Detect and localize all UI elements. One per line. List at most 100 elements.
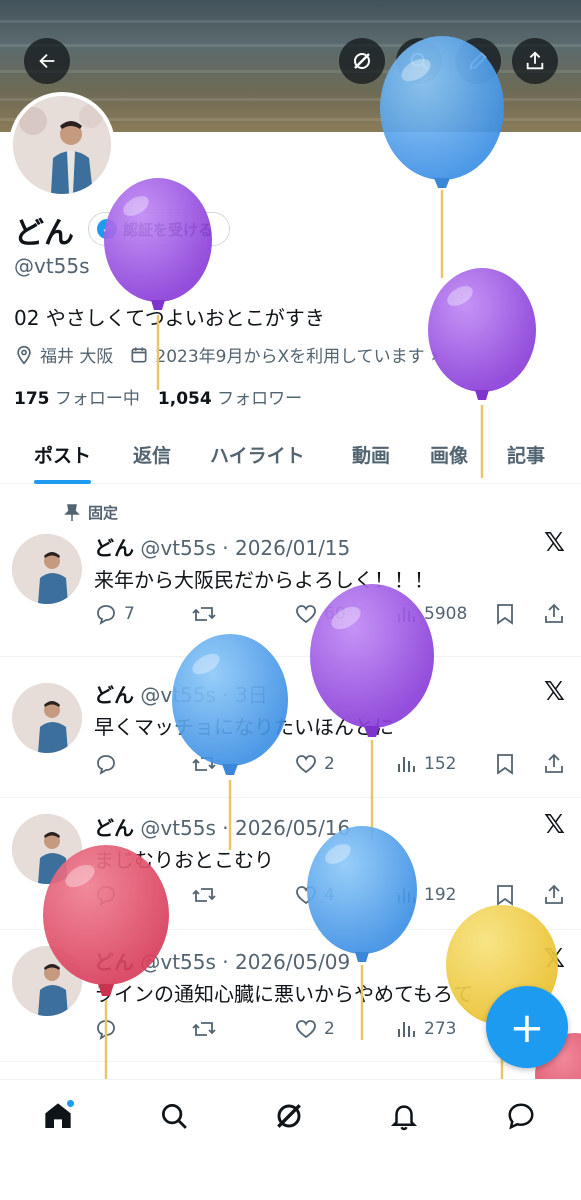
location-icon bbox=[17, 345, 31, 365]
bookmark-button[interactable] bbox=[494, 752, 516, 776]
repost-button[interactable] bbox=[191, 752, 217, 776]
search-button[interactable] bbox=[396, 38, 442, 84]
avatar[interactable] bbox=[12, 683, 82, 753]
nav-home[interactable] bbox=[38, 1096, 78, 1136]
heart-icon bbox=[296, 1020, 316, 1039]
avatar[interactable] bbox=[12, 946, 82, 1016]
share-post-button[interactable] bbox=[542, 883, 566, 907]
post-item[interactable]: 固定 どん @vt55s · 2026/01/15 𝕏 来年から大阪民だからよろ… bbox=[0, 484, 581, 657]
avatar[interactable] bbox=[12, 814, 82, 884]
like-button[interactable]: 2 bbox=[294, 752, 335, 776]
views-button[interactable]: 5908 bbox=[394, 602, 467, 626]
bookmark-icon bbox=[497, 754, 513, 775]
profile-tabs: ポスト 返信 ハイライト 動画 画像 記事 bbox=[0, 424, 581, 484]
repost-button[interactable] bbox=[191, 602, 217, 626]
location-text: 福井 大阪 bbox=[40, 347, 114, 367]
views-button[interactable]: 152 bbox=[394, 752, 456, 776]
analytics-icon bbox=[398, 1022, 415, 1037]
post-text: 来年から大阪民だからよろしく！！！ bbox=[94, 568, 434, 592]
share-icon bbox=[526, 51, 544, 70]
nav-grok[interactable] bbox=[269, 1096, 309, 1136]
repost-icon bbox=[192, 607, 216, 621]
heart-icon bbox=[296, 605, 316, 624]
post-item[interactable]: どん @vt55s · 2026/05/16 𝕏 まじむりおとこむり 4 192 bbox=[0, 798, 581, 930]
post-actions: 2 152 bbox=[94, 749, 568, 779]
profile-bio: 02 やさしくてつよいおとこがすき bbox=[14, 306, 325, 330]
views-button[interactable]: 273 bbox=[394, 1017, 456, 1041]
profile-meta: 福井 大阪 2023年9月からXを利用しています › bbox=[14, 342, 439, 367]
followers-link[interactable]: 1,054 フォロワー bbox=[158, 384, 302, 409]
heart-icon bbox=[296, 886, 316, 905]
bookmark-icon bbox=[497, 885, 513, 906]
share-post-button[interactable] bbox=[542, 602, 566, 626]
profile-name: どん bbox=[14, 216, 74, 251]
like-button[interactable]: 2 bbox=[294, 1017, 335, 1041]
bookmark-button[interactable] bbox=[494, 602, 516, 626]
pin-icon bbox=[64, 503, 80, 521]
follow-stats: 175 フォロー中 1,054 フォロワー bbox=[14, 384, 302, 409]
reply-button[interactable] bbox=[94, 1017, 118, 1041]
tab-videos[interactable]: 動画 bbox=[352, 424, 390, 484]
x-logo-icon: 𝕏 bbox=[544, 810, 565, 840]
repost-button[interactable] bbox=[191, 883, 217, 907]
avatar[interactable] bbox=[12, 534, 82, 604]
post-header: どん @vt55s · 2026/05/09 bbox=[94, 950, 351, 974]
following-link[interactable]: 175 フォロー中 bbox=[14, 384, 140, 409]
profile-avatar[interactable] bbox=[9, 92, 115, 198]
share-post-button[interactable] bbox=[542, 752, 566, 776]
reply-icon bbox=[97, 605, 115, 625]
nav-search[interactable] bbox=[154, 1096, 194, 1136]
analytics-icon bbox=[398, 888, 415, 903]
post-header: どん @vt55s · 3日 bbox=[94, 683, 268, 707]
x-logo-icon: 𝕏 bbox=[544, 677, 565, 707]
search-icon bbox=[410, 52, 428, 70]
edit-button[interactable] bbox=[455, 38, 501, 84]
bottom-navigation bbox=[0, 1079, 581, 1200]
verified-badge-icon: ✓ bbox=[97, 219, 117, 239]
compose-post-button[interactable]: + bbox=[486, 986, 568, 1068]
share-button[interactable] bbox=[512, 38, 558, 84]
tab-photos[interactable]: 画像 bbox=[430, 424, 468, 484]
grok-icon bbox=[354, 53, 370, 69]
like-button[interactable]: 60 bbox=[294, 602, 346, 626]
post-text: ラインの通知心臓に悪いからやめてもろて bbox=[94, 982, 473, 1006]
get-verified-label: 認証を受ける bbox=[123, 220, 214, 239]
nav-notifications[interactable] bbox=[384, 1096, 424, 1136]
repost-icon bbox=[192, 1022, 216, 1036]
edit-icon bbox=[469, 52, 487, 70]
nav-messages[interactable] bbox=[501, 1096, 541, 1136]
bookmark-button[interactable] bbox=[494, 883, 516, 907]
x-logo-icon: 𝕏 bbox=[544, 944, 565, 974]
x-logo-icon: 𝕏 bbox=[544, 528, 565, 558]
grok-button[interactable] bbox=[339, 38, 385, 84]
views-button[interactable]: 192 bbox=[394, 883, 456, 907]
calendar-icon bbox=[131, 347, 147, 362]
reply-button[interactable]: 7 bbox=[94, 602, 135, 626]
reply-icon bbox=[97, 886, 115, 906]
share-icon bbox=[545, 884, 563, 904]
repost-icon bbox=[192, 757, 216, 771]
back-button[interactable] bbox=[24, 38, 70, 84]
heart-icon bbox=[296, 755, 316, 774]
tab-posts[interactable]: ポスト bbox=[34, 424, 92, 484]
share-icon bbox=[545, 603, 563, 623]
reply-button[interactable] bbox=[94, 752, 118, 776]
tab-replies[interactable]: 返信 bbox=[133, 424, 171, 484]
post-text: 早くマッチョになりたいほんとに bbox=[94, 715, 394, 739]
get-verified-button[interactable]: ✓ 認証を受ける bbox=[88, 212, 231, 246]
tab-articles[interactable]: 記事 bbox=[507, 424, 545, 484]
reply-icon bbox=[97, 755, 115, 775]
profile-handle: @vt55s bbox=[14, 254, 90, 278]
post-text: まじむりおとこむり bbox=[94, 848, 274, 872]
pinned-indicator: 固定 bbox=[64, 502, 118, 523]
joined-text: 2023年9月からXを利用しています bbox=[155, 347, 425, 367]
reply-button[interactable] bbox=[94, 883, 118, 907]
like-button[interactable]: 4 bbox=[294, 883, 335, 907]
messages-icon bbox=[508, 1103, 534, 1130]
notification-dot bbox=[66, 1099, 75, 1108]
post-item[interactable]: どん @vt55s · 3日 𝕏 早くマッチョになりたいほんとに 2 152 bbox=[0, 657, 581, 798]
tab-highlights[interactable]: ハイライト bbox=[210, 424, 305, 484]
repost-button[interactable] bbox=[191, 1017, 217, 1041]
post-header: どん @vt55s · 2026/01/15 bbox=[94, 536, 351, 560]
chevron-right-icon[interactable]: › bbox=[431, 343, 439, 367]
